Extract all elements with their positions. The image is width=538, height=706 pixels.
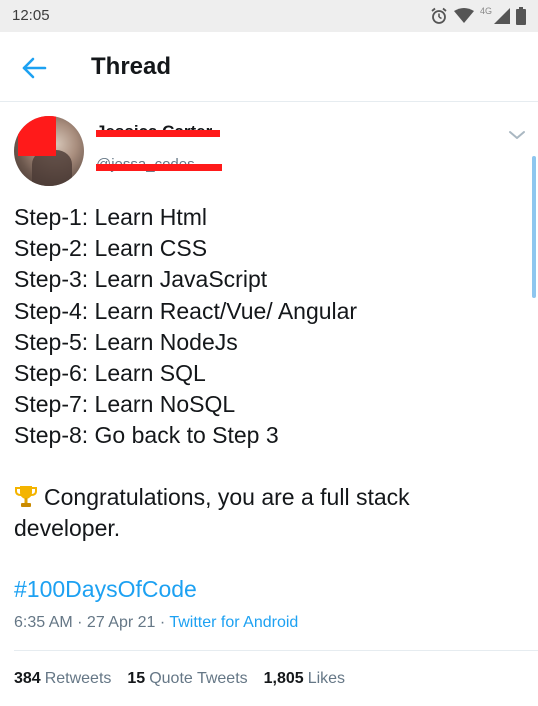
tweet-step: Step-2: Learn CSS (14, 235, 208, 262)
quote-tweets-count: 15 (127, 670, 146, 687)
signal-icon (494, 8, 510, 24)
battery-icon (516, 7, 526, 25)
status-time: 12:05 (12, 7, 50, 24)
tweet-meta: 6:35 AM · 27 Apr 21 · Twitter for Androi… (14, 614, 298, 632)
retweets-count: 384 (14, 670, 41, 687)
tweet-step: Step-4: Learn React/Vue/ Angular (14, 297, 358, 324)
congrats-text: Congratulations, you are a full stack de… (14, 484, 410, 541)
trophy-icon (15, 486, 37, 507)
author-block[interactable]: Jessica Carter @jessa_codes (96, 122, 236, 178)
app-bar: Thread (0, 32, 538, 102)
tweet-step: Step-5: Learn NodeJs (14, 328, 238, 355)
status-bar: 12:05 4G (0, 0, 538, 32)
redaction-mark (18, 116, 56, 156)
tweet-timestamp: 6:35 AM · 27 Apr 21 · (14, 614, 170, 631)
tweet-source-link[interactable]: Twitter for Android (169, 614, 298, 631)
likes-label: Likes (307, 670, 346, 687)
retweets-stat[interactable]: 384 Retweets (14, 670, 111, 688)
tweet-step: Step-7: Learn NoSQL (14, 391, 236, 418)
retweets-label: Retweets (44, 670, 112, 687)
likes-stat[interactable]: 1,805 Likes (264, 670, 345, 688)
quote-tweets-stat[interactable]: 15 Quote Tweets (127, 670, 247, 688)
redaction-mark (96, 130, 220, 137)
avatar[interactable] (14, 116, 84, 186)
author-handle[interactable]: @jessa_codes (96, 156, 236, 178)
status-icons: 4G (430, 6, 526, 26)
likes-count: 1,805 (263, 670, 304, 687)
quote-tweets-label: Quote Tweets (149, 670, 248, 687)
redaction-mark (96, 164, 222, 171)
network-type: 4G (479, 6, 492, 16)
divider (14, 650, 538, 651)
congrats-line: Congratulations, you are a full stack de… (14, 482, 514, 544)
page-title: Thread (91, 53, 172, 80)
tweet-step: Step-8: Go back to Step 3 (14, 422, 279, 449)
tweet-step: Step-6: Learn SQL (14, 360, 206, 387)
wifi-icon (453, 8, 474, 23)
chevron-down-icon[interactable] (506, 127, 528, 143)
author-name[interactable]: Jessica Carter (96, 122, 236, 146)
hashtag-link[interactable]: #100DaysOfCode (14, 576, 197, 603)
arrow-left-icon (22, 57, 47, 79)
tweet-step: Step-3: Learn JavaScript (14, 266, 268, 293)
tweet-text: Step-1: Learn Html Step-2: Learn CSS Ste… (14, 202, 524, 452)
scrollbar[interactable] (532, 156, 536, 298)
back-button[interactable] (18, 52, 50, 84)
alarm-icon (431, 7, 447, 24)
tweet-stats: 384 Retweets 15 Quote Tweets 1,805 Likes (14, 670, 345, 688)
tweet-step: Step-1: Learn Html (14, 204, 208, 230)
